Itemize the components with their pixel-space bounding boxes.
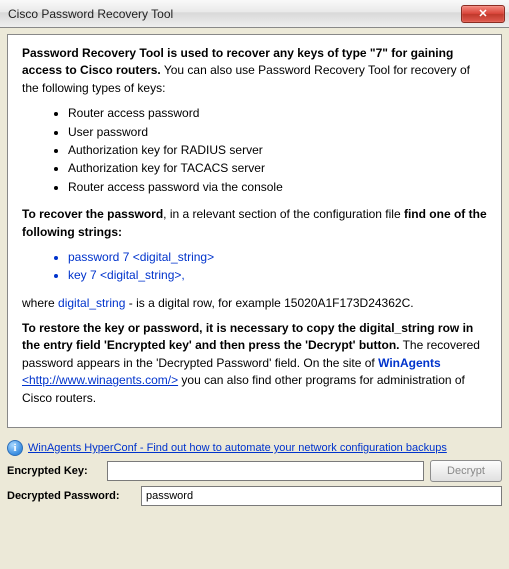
hyperconf-row: i WinAgents HyperConf - Find out how to … (7, 440, 502, 456)
recover-text-b: , in a relevant section of the configura… (163, 207, 404, 221)
winagents-link[interactable]: <http://www.winagents.com/> (22, 373, 178, 387)
encrypted-key-label: Encrypted Key: (7, 465, 101, 477)
decrypt-button[interactable]: Decrypt (430, 460, 502, 482)
decrypted-password-row: Decrypted Password: (7, 486, 502, 506)
list-item: Authorization key for TACACS server (68, 160, 487, 177)
decrypted-password-input[interactable] (141, 486, 502, 506)
decrypted-password-label: Decrypted Password: (7, 490, 135, 502)
list-item: User password (68, 124, 487, 141)
recover-paragraph: To recover the password, in a relevant s… (22, 206, 487, 241)
list-item: key 7 <digital_string>, (68, 267, 487, 284)
window-title: Cisco Password Recovery Tool (8, 7, 461, 21)
content-area: Password Recovery Tool is used to recove… (0, 28, 509, 434)
info-icon: i (7, 440, 23, 456)
where-digital: digital_string (58, 296, 125, 310)
restore-paragraph: To restore the key or password, it is ne… (22, 320, 487, 407)
key-types-list: Router access password User password Aut… (22, 105, 487, 196)
hyperconf-link[interactable]: WinAgents HyperConf - Find out how to au… (28, 442, 447, 454)
list-item: Router access password via the console (68, 179, 487, 196)
where-a: where (22, 296, 58, 310)
close-icon: ✕ (478, 7, 487, 20)
where-b: - is a digital row, for example 15020A1F… (125, 296, 413, 310)
list-item: Authorization key for RADIUS server (68, 142, 487, 159)
list-item: Router access password (68, 105, 487, 122)
info-panel: Password Recovery Tool is used to recove… (7, 34, 502, 428)
where-paragraph: where digital_string - is a digital row,… (22, 295, 487, 312)
close-button[interactable]: ✕ (461, 5, 505, 23)
list-item: password 7 <digital_string> (68, 249, 487, 266)
config-strings-list: password 7 <digital_string> key 7 <digit… (22, 249, 487, 285)
recover-bold-a: To recover the password (22, 207, 163, 221)
encrypted-key-input[interactable] (107, 461, 424, 481)
titlebar: Cisco Password Recovery Tool ✕ (0, 0, 509, 28)
intro-paragraph: Password Recovery Tool is used to recove… (22, 45, 487, 97)
winagents-name: WinAgents (378, 356, 441, 370)
encrypted-key-row: Encrypted Key: Decrypt (7, 460, 502, 482)
